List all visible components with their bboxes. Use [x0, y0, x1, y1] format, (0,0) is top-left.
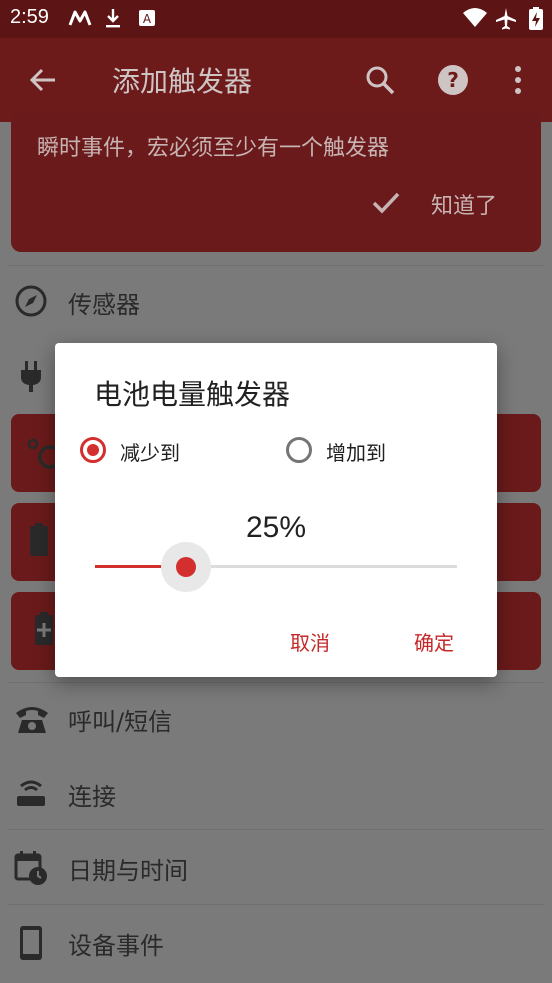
- back-arrow-icon[interactable]: [28, 65, 58, 95]
- page-title: 添加触发器: [112, 65, 253, 98]
- info-text: 瞬时事件，宏必须至少有一个触发器: [37, 136, 390, 161]
- info-card: 瞬时事件，宏必须至少有一个触发器 知道了: [11, 112, 541, 252]
- radio-increase[interactable]: 增加到: [286, 435, 466, 471]
- battery-plus-icon: [35, 612, 53, 645]
- search-icon[interactable]: [364, 64, 396, 96]
- category-call-sms-label: 呼叫/短信: [68, 708, 173, 736]
- percent-value: 25%: [245, 511, 307, 544]
- svg-text:A: A: [143, 12, 152, 26]
- phone-icon: [16, 707, 48, 733]
- divider: [8, 682, 544, 683]
- help-icon[interactable]: ?: [437, 64, 469, 96]
- compass-icon: [15, 285, 47, 317]
- divider: [8, 829, 544, 830]
- category-sensor[interactable]: 传感器: [0, 272, 552, 332]
- category-connection-label: 连接: [68, 783, 116, 811]
- got-it-button[interactable]: 知道了: [431, 188, 497, 220]
- app-notification-icon: [68, 10, 92, 26]
- category-sensor-label: 传感器: [68, 291, 140, 319]
- divider: [8, 904, 544, 905]
- airplane-mode-icon: [496, 8, 516, 30]
- battery-level-dialog: 电池电量触发器 减少到 增加到 25% 取消 确定: [55, 343, 497, 677]
- cancel-button[interactable]: 取消: [290, 627, 330, 656]
- wifi-icon: [463, 8, 487, 27]
- download-icon: [106, 9, 120, 28]
- category-device-event-label: 设备事件: [68, 932, 164, 960]
- radio-unselected-icon: [286, 437, 312, 463]
- radio-decrease-label: 减少到: [120, 441, 180, 465]
- radio-decrease[interactable]: 减少到: [80, 435, 260, 471]
- check-icon: [372, 192, 400, 214]
- radio-selected-icon: [80, 437, 106, 463]
- more-vert-icon[interactable]: [510, 64, 526, 96]
- category-call-sms[interactable]: 呼叫/短信: [0, 689, 552, 749]
- battery-charging-icon: [529, 7, 543, 30]
- status-time: 2:59: [10, 6, 49, 28]
- radio-increase-label: 增加到: [326, 441, 386, 465]
- slider-thumb[interactable]: [175, 557, 196, 577]
- calendar-clock-icon: [14, 851, 47, 885]
- power-plug-icon: [21, 361, 41, 392]
- smartphone-icon: [20, 926, 42, 960]
- category-device-event[interactable]: 设备事件: [0, 913, 552, 973]
- category-date-time-label: 日期与时间: [68, 857, 188, 885]
- app-bar: 添加触发器 ?: [0, 38, 552, 122]
- category-connection[interactable]: 连接: [0, 764, 552, 824]
- category-date-time[interactable]: 日期与时间: [0, 838, 552, 898]
- router-icon: [17, 780, 45, 806]
- svg-text:?: ?: [447, 68, 459, 92]
- status-bar: 2:59 A: [0, 0, 552, 38]
- ok-button[interactable]: 确定: [414, 627, 454, 656]
- text-notification-icon: A: [139, 10, 155, 26]
- dialog-title: 电池电量触发器: [94, 378, 291, 411]
- divider: [8, 265, 544, 266]
- battery-level-slider[interactable]: [95, 541, 457, 592]
